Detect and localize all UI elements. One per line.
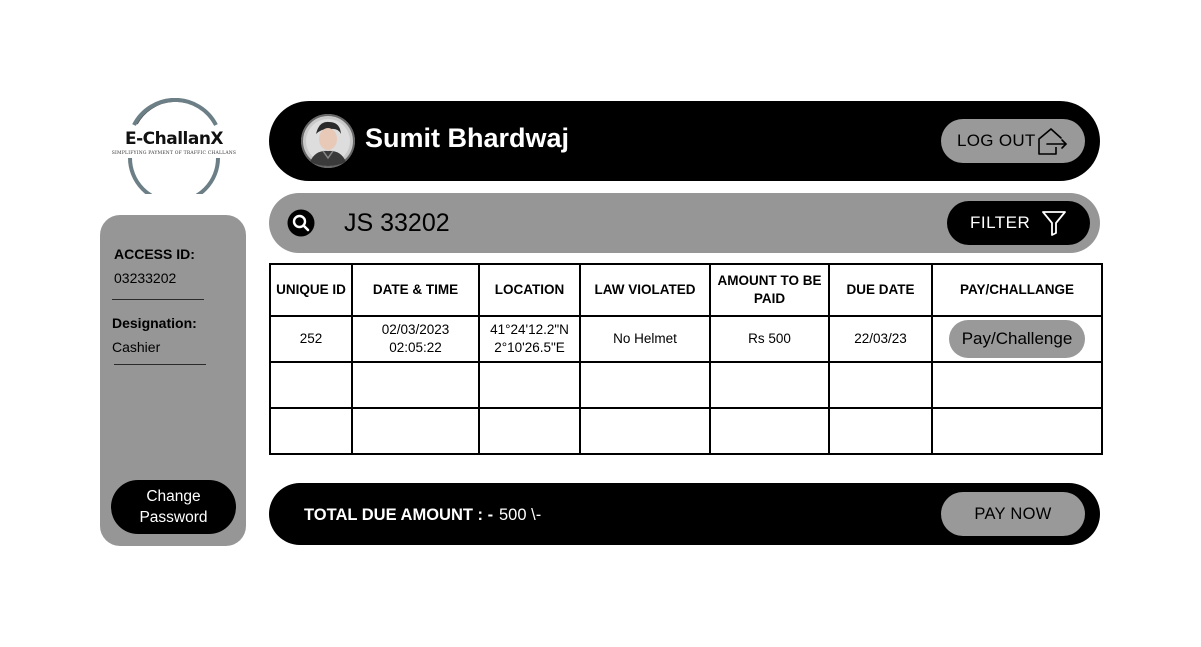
search-icon[interactable] (287, 209, 315, 237)
filter-icon (1042, 211, 1066, 236)
designation-label: Designation: (112, 315, 197, 331)
filter-button[interactable]: FILTER (947, 201, 1090, 245)
cell-law-violated: No Helmet (579, 315, 711, 363)
table-row-empty (269, 361, 1103, 409)
brand-name: E-ChallanX (124, 129, 224, 149)
divider (112, 299, 204, 300)
total-due-label: TOTAL DUE AMOUNT : - (304, 506, 494, 524)
empty-cell (269, 361, 353, 409)
empty-cell (351, 361, 480, 409)
change-password-label: Change Password (139, 488, 208, 526)
user-info-panel: ACCESS ID: 03233202 Designation: Cashier… (100, 215, 246, 546)
cell-latitude: 41°24'12.2"N (490, 322, 569, 337)
total-due-value: 500 \- (499, 506, 542, 524)
access-id-value: 03233202 (114, 270, 177, 286)
access-id-label: ACCESS ID: (114, 246, 195, 262)
logout-label: LOG OUT (957, 131, 1036, 150)
empty-cell (709, 407, 830, 455)
empty-cell (709, 361, 830, 409)
column-header-law-violated: LAW VIOLATED (579, 263, 711, 317)
empty-cell (579, 361, 711, 409)
empty-cell (579, 407, 711, 455)
cell-action: Pay/Challenge (931, 315, 1103, 363)
cell-date-time: 02/03/2023 02:05:22 (351, 315, 480, 363)
user-name: Sumit Bhardwaj (365, 123, 570, 153)
logout-button[interactable]: LOG OUT (941, 119, 1085, 163)
filter-label: FILTER (970, 213, 1031, 232)
pay-now-button[interactable]: PAY NOW (941, 492, 1085, 536)
column-header-date-time: DATE & TIME (351, 263, 480, 317)
avatar-image (301, 114, 355, 168)
challan-table: UNIQUE ID DATE & TIME LOCATION LAW VIOLA… (269, 263, 1103, 455)
table-row: 252 02/03/2023 02:05:22 41°24'12.2"N 2°1… (269, 315, 1103, 363)
empty-cell (478, 407, 581, 455)
empty-cell (269, 407, 353, 455)
change-password-button[interactable]: Change Password (111, 480, 236, 534)
search-input[interactable] (344, 207, 844, 239)
table-header-row: UNIQUE ID DATE & TIME LOCATION LAW VIOLA… (269, 263, 1103, 317)
empty-cell (828, 361, 933, 409)
avatar[interactable] (301, 114, 355, 168)
cell-date: 02/03/2023 (381, 322, 450, 337)
column-header-due-date: DUE DATE (828, 263, 933, 317)
column-header-unique-id: UNIQUE ID (269, 263, 353, 317)
search-bar: FILTER (269, 193, 1100, 253)
empty-cell (351, 407, 480, 455)
cell-due-date: 22/03/23 (828, 315, 933, 363)
logout-icon (1038, 128, 1067, 155)
cell-time: 02:05:22 (389, 340, 442, 355)
designation-value: Cashier (112, 339, 161, 355)
cell-location: 41°24'12.2"N 2°10'26.5"E (478, 315, 581, 363)
column-header-location: LOCATION (478, 263, 581, 317)
cell-longitude: 2°10'26.5"E (494, 340, 565, 355)
column-header-amount: AMOUNT TO BE PAID (709, 263, 830, 317)
empty-cell (478, 361, 581, 409)
brand-logo: E-ChallanX Simplifying Payment of Traffi… (110, 98, 238, 194)
total-due-bar: TOTAL DUE AMOUNT : - 500 \- PAY NOW (269, 483, 1100, 545)
brand-tagline: Simplifying Payment of Traffic Challans (111, 151, 237, 156)
empty-cell (931, 407, 1103, 455)
empty-cell (931, 361, 1103, 409)
divider (114, 364, 206, 365)
empty-cell (828, 407, 933, 455)
cell-unique-id: 252 (269, 315, 353, 363)
table-row-empty (269, 407, 1103, 455)
header-bar: Sumit Bhardwaj LOG OUT (269, 101, 1100, 181)
cell-amount: Rs 500 (709, 315, 830, 363)
column-header-pay-challange: PAY/CHALLANGE (931, 263, 1103, 317)
pay-challenge-button[interactable]: Pay/Challenge (948, 320, 1086, 358)
